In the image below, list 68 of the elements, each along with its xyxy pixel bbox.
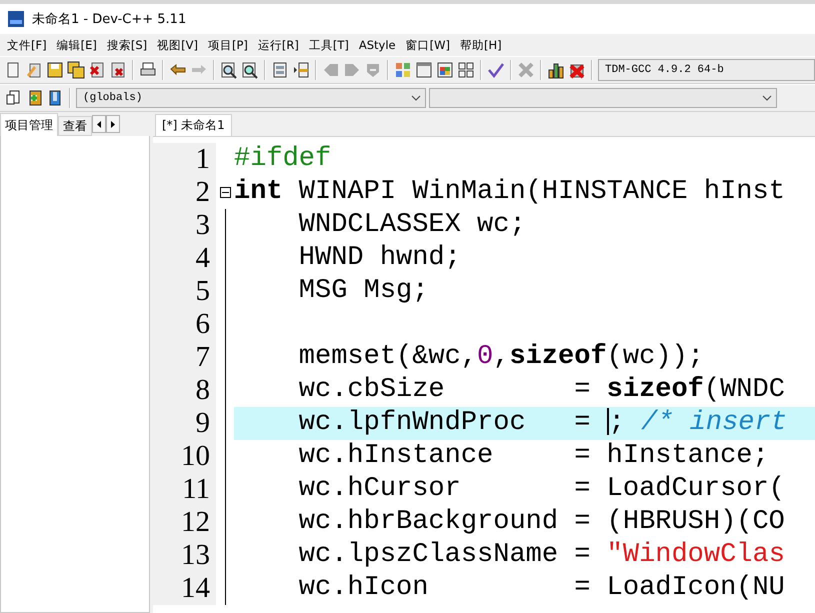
line-number: 8 [153, 374, 216, 407]
open-file-icon[interactable] [25, 61, 43, 79]
line-number: 2 [153, 176, 216, 209]
menu-item[interactable]: 文件[F] [2, 36, 52, 54]
goto-line-icon[interactable] [292, 61, 310, 79]
code-line: #ifdef [234, 143, 332, 176]
line-number: 7 [153, 341, 216, 374]
code-line: wc.hCursor = LoadCursor( [298, 473, 786, 506]
menu-item[interactable]: 视图[V] [152, 36, 203, 54]
code-line: wc.lpszClassName = "WindowClas [298, 539, 786, 572]
app-icon [8, 11, 24, 27]
window-list-icon[interactable] [271, 61, 289, 79]
window-title: 未命名1 - Dev-C++ 5.11 [32, 11, 186, 28]
code-line: HWND hwnd; [298, 242, 462, 275]
scroll-left-button[interactable] [92, 115, 106, 133]
search-icon[interactable] [220, 61, 238, 79]
line-number: 6 [153, 308, 216, 341]
menu-item[interactable]: 帮助[H] [454, 36, 507, 54]
menu-item[interactable]: AStyle [354, 36, 401, 54]
close-file-icon[interactable] [88, 61, 106, 79]
code-line: wc.hIcon = LoadIcon(NU [298, 572, 786, 605]
panel-tab[interactable]: 项目管理 [0, 113, 58, 136]
line-number: 4 [153, 242, 216, 275]
bar-chart-icon[interactable] [547, 61, 565, 79]
minus-icon [222, 192, 228, 193]
close-all-icon[interactable] [109, 61, 127, 79]
menu-item[interactable]: 项目[P] [202, 36, 253, 54]
line-number: 5 [153, 275, 216, 308]
code-editor[interactable] [153, 136, 815, 613]
menu-item[interactable]: 窗口[W] [400, 36, 455, 54]
class-icon[interactable] [4, 89, 22, 107]
code-line: wc.hInstance = hInstance; [298, 440, 770, 473]
save-icon[interactable] [46, 61, 64, 79]
scope-select[interactable]: (globals) [76, 88, 426, 108]
code-line: wc.hbrBackground = (HBRUSH)(CO [298, 506, 786, 539]
window-icon[interactable] [415, 61, 433, 79]
replace-icon[interactable] [241, 61, 259, 79]
code-line: WNDCLASSEX wc; [298, 209, 527, 242]
code-line: wc.cbSize = sizeof(WNDC [298, 374, 786, 407]
line-number: 3 [153, 209, 216, 242]
line-number: 1 [153, 143, 216, 176]
panel-tab[interactable]: 查看 [58, 116, 92, 136]
menu-item[interactable]: 搜索[S] [102, 36, 152, 54]
caret-right-icon [111, 120, 115, 128]
line-number: 9 [153, 407, 216, 440]
grid-outline-icon[interactable] [457, 61, 475, 79]
code-line: MSG Msg; [298, 275, 430, 308]
save-all-icon[interactable] [67, 61, 85, 79]
scroll-right-button[interactable] [106, 115, 120, 133]
line-number: 13 [153, 539, 216, 572]
menu-item[interactable]: 运行[R] [252, 36, 304, 54]
compiler-select[interactable]: TDM-GCC 4.9.2 64-b [598, 59, 815, 81]
chevron-down-icon [762, 95, 772, 101]
fold-toggle[interactable] [220, 187, 230, 198]
chevron-down-icon [411, 95, 421, 101]
text-caret [606, 408, 609, 436]
line-number: 14 [153, 572, 216, 605]
colored-window-icon[interactable] [436, 61, 454, 79]
code-line: memset(&wc,0,sizeof(wc)); [298, 341, 705, 374]
line-number: 10 [153, 440, 216, 473]
menu-item[interactable]: 工具[T] [304, 36, 354, 54]
line-number: 11 [153, 473, 216, 506]
menu-item[interactable]: 编辑[E] [52, 36, 102, 54]
line-number: 12 [153, 506, 216, 539]
code-line: int WINAPI WinMain(HINSTANCE hInst [234, 176, 786, 209]
check-icon[interactable] [487, 61, 505, 79]
editor-tab[interactable]: [*] 未命名1 [155, 114, 232, 136]
caret-left-icon [97, 120, 101, 128]
